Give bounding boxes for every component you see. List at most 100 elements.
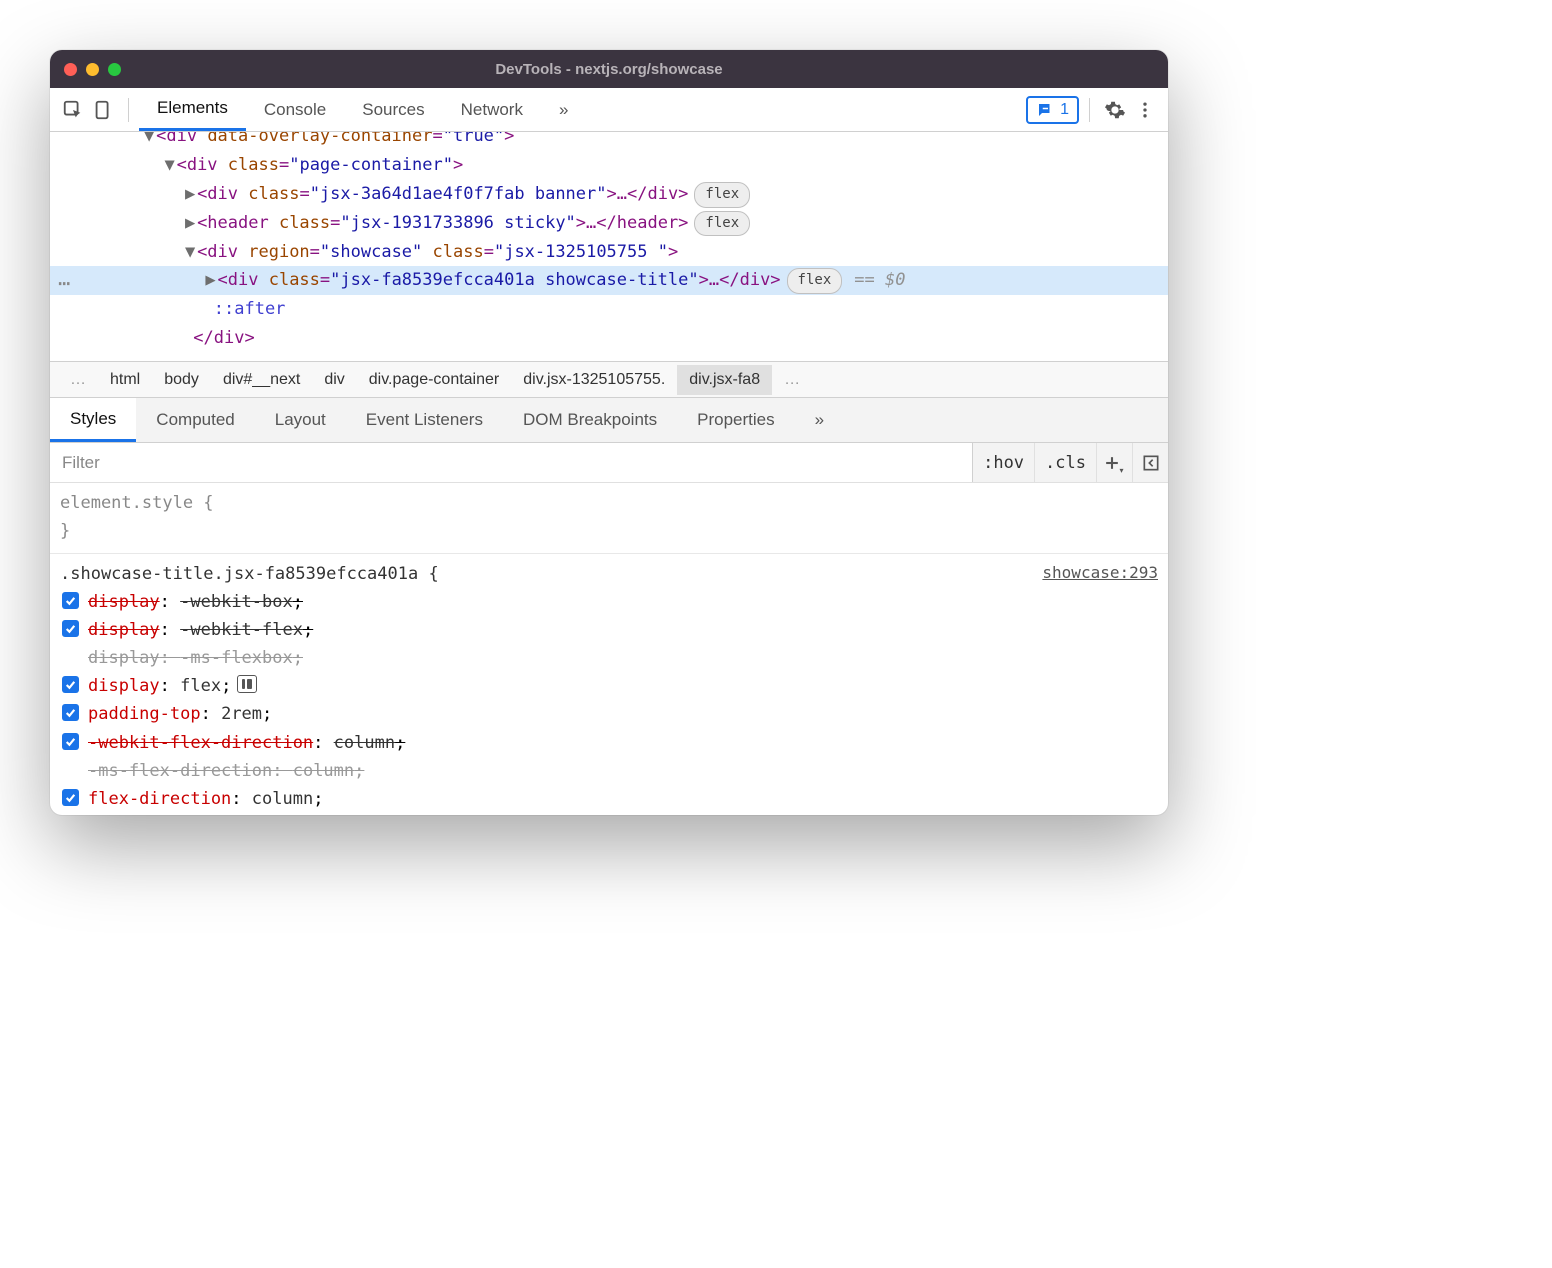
breadcrumb-item-current[interactable]: div.jsx-fa8: [677, 365, 772, 395]
tab-properties[interactable]: Properties: [677, 398, 794, 442]
css-declaration[interactable]: display: -webkit-box;: [60, 588, 1158, 616]
flex-badge[interactable]: flex: [787, 268, 843, 294]
cls-toggle-button[interactable]: .cls: [1034, 443, 1096, 482]
css-value[interactable]: flex: [180, 676, 221, 696]
expand-arrow-icon[interactable]: ▶: [183, 209, 197, 238]
breadcrumb-item[interactable]: div.page-container: [357, 365, 511, 395]
dom-node[interactable]: ▼<div data-overlay-container="true">: [50, 132, 1168, 151]
breadcrumb-overflow[interactable]: …: [772, 365, 812, 395]
css-declaration[interactable]: display: -webkit-flex;: [60, 616, 1158, 644]
dom-node-close[interactable]: </div>: [50, 324, 1168, 353]
css-rule[interactable]: showcase:293 .showcase-title.jsx-fa8539e…: [50, 554, 1168, 814]
devtools-window: DevTools - nextjs.org/showcase Elements …: [50, 50, 1168, 815]
tab-dom-breakpoints[interactable]: DOM Breakpoints: [503, 398, 677, 442]
dom-pseudo[interactable]: ::after: [50, 295, 1168, 324]
kebab-menu-icon[interactable]: [1130, 95, 1160, 125]
main-tabs: Elements Console Sources Network »: [139, 88, 586, 131]
css-selector[interactable]: .showcase-title.jsx-fa8539efcca401a {: [60, 560, 1158, 588]
breadcrumb-item[interactable]: body: [152, 365, 211, 395]
flex-badge[interactable]: flex: [694, 182, 750, 208]
dom-node-selected[interactable]: ⋯ ▶<div class="jsx-fa8539efcca401a showc…: [50, 266, 1168, 295]
minimize-window-button[interactable]: [86, 63, 99, 76]
css-property[interactable]: padding-top: [88, 704, 201, 724]
css-enable-checkbox[interactable]: [62, 733, 79, 750]
css-enable-checkbox[interactable]: [62, 676, 79, 693]
css-property[interactable]: display: [88, 592, 160, 612]
breadcrumb-item[interactable]: div: [312, 365, 356, 395]
css-value[interactable]: column: [252, 789, 313, 809]
css-enable-checkbox[interactable]: [62, 592, 79, 609]
breadcrumb-item[interactable]: div.jsx-1325105755.: [511, 365, 677, 395]
css-declaration[interactable]: display: flex;: [60, 672, 1158, 700]
flexbox-editor-icon[interactable]: [237, 675, 257, 693]
css-selector[interactable]: element.style {: [60, 489, 1158, 517]
breadcrumb-item[interactable]: html: [98, 365, 152, 395]
breadcrumb-overflow[interactable]: …: [58, 365, 98, 395]
css-declaration[interactable]: -ms-flex-direction: column;: [60, 757, 1158, 785]
issues-badge[interactable]: 1: [1026, 96, 1079, 124]
tab-elements[interactable]: Elements: [139, 88, 246, 131]
breadcrumb-bar[interactable]: … html body div#__next div div.page-cont…: [50, 361, 1168, 397]
css-enable-checkbox[interactable]: [62, 789, 79, 806]
css-declaration[interactable]: display: -ms-flexbox;: [60, 644, 1158, 672]
tab-layout[interactable]: Layout: [255, 398, 346, 442]
css-value[interactable]: 2rem: [221, 704, 262, 724]
css-rule-element-style[interactable]: element.style { }: [50, 483, 1168, 554]
separator: [128, 98, 129, 122]
tab-styles[interactable]: Styles: [50, 398, 136, 442]
inspect-element-icon[interactable]: [58, 95, 88, 125]
tab-overflow-icon[interactable]: »: [795, 398, 844, 442]
expand-arrow-icon[interactable]: ▼: [183, 238, 197, 267]
expand-arrow-icon[interactable]: ▶: [204, 266, 218, 295]
css-property[interactable]: -ms-flex-direction: [88, 761, 272, 781]
styles-filter-bar: :hov .cls ▾: [50, 443, 1168, 483]
settings-gear-icon[interactable]: [1100, 95, 1130, 125]
device-toolbar-icon[interactable]: [88, 95, 118, 125]
close-window-button[interactable]: [64, 63, 77, 76]
maximize-window-button[interactable]: [108, 63, 121, 76]
console-var-label: == $0: [854, 270, 905, 290]
css-value[interactable]: -ms-flexbox: [180, 648, 293, 668]
expand-arrow-icon[interactable]: ▼: [142, 132, 156, 151]
css-close-brace: }: [60, 517, 1158, 545]
hov-toggle-button[interactable]: :hov: [972, 443, 1034, 482]
css-declaration[interactable]: -webkit-flex-direction: column;: [60, 729, 1158, 757]
dom-node[interactable]: ▶<div class="jsx-3a64d1ae4f0f7fab banner…: [50, 180, 1168, 209]
css-value[interactable]: -webkit-box: [180, 592, 293, 612]
css-declaration[interactable]: flex-direction: column;: [60, 785, 1158, 813]
css-property[interactable]: display: [88, 620, 160, 640]
tab-computed[interactable]: Computed: [136, 398, 254, 442]
styles-tabs: Styles Computed Layout Event Listeners D…: [50, 397, 1168, 443]
dom-node[interactable]: ▶<header class="jsx-1931733896 sticky">……: [50, 209, 1168, 238]
css-property[interactable]: -webkit-flex-direction: [88, 733, 313, 753]
expand-arrow-icon[interactable]: ▼: [163, 151, 177, 180]
tab-overflow-icon[interactable]: »: [541, 88, 586, 131]
tab-network[interactable]: Network: [443, 88, 541, 131]
breadcrumb-item[interactable]: div#__next: [211, 365, 312, 395]
flex-badge[interactable]: flex: [694, 211, 750, 237]
dom-node[interactable]: ▼<div region="showcase" class="jsx-13251…: [50, 238, 1168, 267]
separator: [1089, 98, 1090, 122]
css-property[interactable]: flex-direction: [88, 789, 231, 809]
css-enable-checkbox[interactable]: [62, 704, 79, 721]
computed-styles-toggle-icon[interactable]: [1132, 443, 1168, 482]
tab-console[interactable]: Console: [246, 88, 344, 131]
styles-filter-input[interactable]: [50, 443, 972, 482]
titlebar: DevTools - nextjs.org/showcase: [50, 50, 1168, 88]
new-style-rule-icon[interactable]: ▾: [1096, 443, 1132, 482]
dom-tree[interactable]: ▼<div data-overlay-container="true"> ▼<d…: [50, 132, 1168, 361]
css-value[interactable]: column: [293, 761, 354, 781]
css-property[interactable]: display: [88, 676, 160, 696]
css-value[interactable]: -webkit-flex: [180, 620, 303, 640]
issues-count: 1: [1060, 101, 1069, 119]
traffic-lights: [50, 63, 121, 76]
css-value[interactable]: column: [334, 733, 395, 753]
expand-arrow-icon[interactable]: ▶: [183, 180, 197, 209]
css-source-link[interactable]: showcase:293: [1042, 560, 1158, 586]
tab-sources[interactable]: Sources: [344, 88, 442, 131]
css-declaration[interactable]: padding-top: 2rem;: [60, 700, 1158, 728]
dom-node[interactable]: ▼<div class="page-container">: [50, 151, 1168, 180]
css-enable-checkbox[interactable]: [62, 620, 79, 637]
tab-event-listeners[interactable]: Event Listeners: [346, 398, 503, 442]
css-property[interactable]: display: [88, 648, 160, 668]
